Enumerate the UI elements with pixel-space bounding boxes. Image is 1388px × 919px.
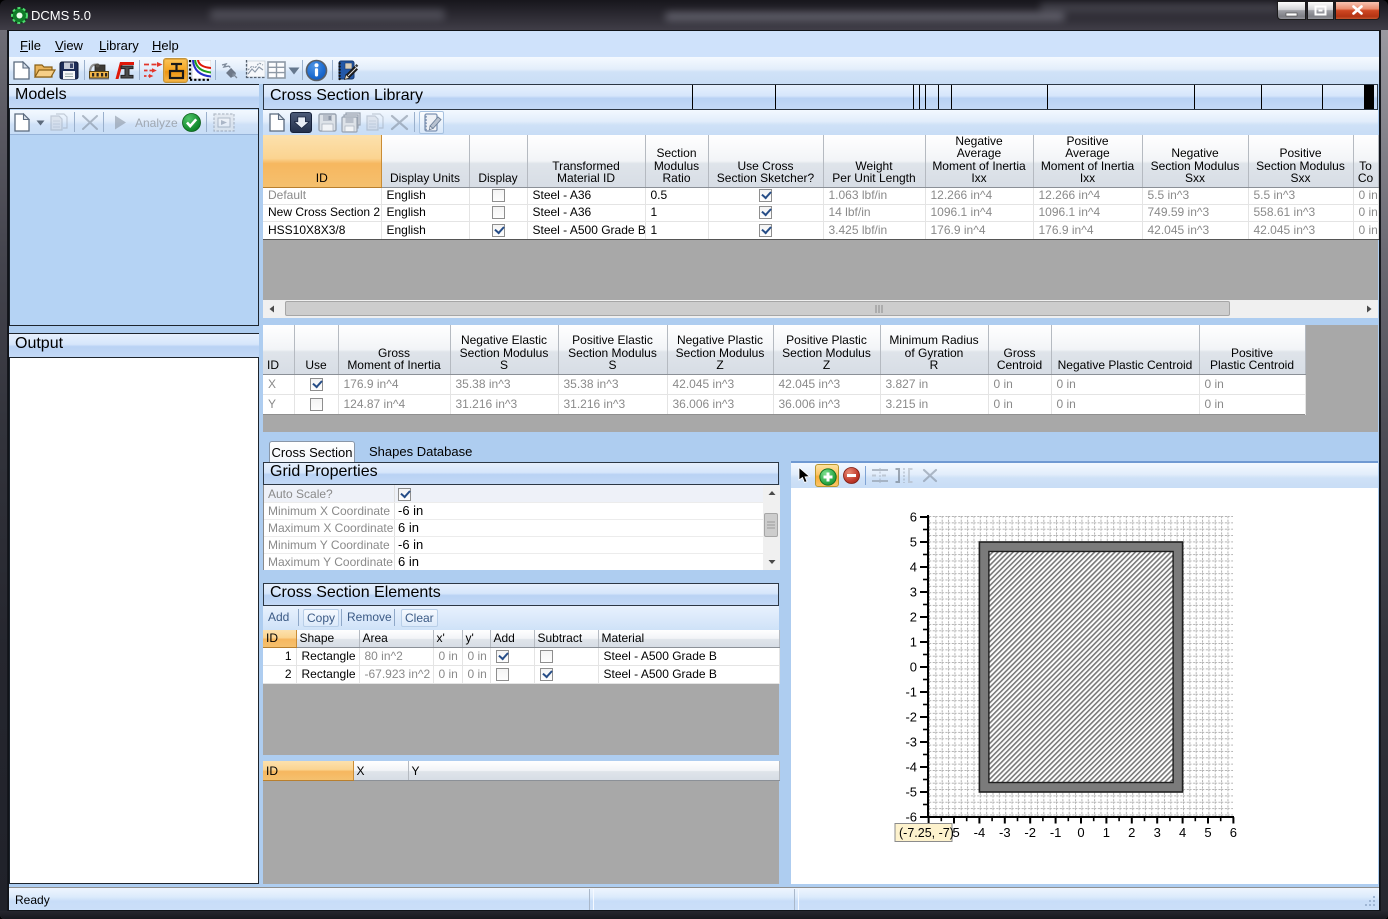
svg-text:3: 3: [1154, 825, 1161, 840]
svg-text:6: 6: [910, 510, 917, 525]
svg-text:1: 1: [1103, 825, 1110, 840]
svg-text:6: 6: [1230, 825, 1237, 840]
svg-text:-5: -5: [905, 785, 917, 800]
svg-text:0: 0: [1077, 825, 1084, 840]
svg-text:2: 2: [1128, 825, 1135, 840]
svg-text:-3: -3: [999, 825, 1011, 840]
svg-text:1: 1: [910, 635, 917, 650]
svg-text:3: 3: [910, 585, 917, 600]
svg-text:-1: -1: [905, 685, 917, 700]
svg-text:-4: -4: [905, 760, 917, 775]
svg-text:0: 0: [910, 660, 917, 675]
svg-text:-3: -3: [905, 735, 917, 750]
svg-text:-1: -1: [1050, 825, 1062, 840]
svg-text:-4: -4: [974, 825, 986, 840]
svg-text:(-7.25, -7): (-7.25, -7): [899, 826, 954, 840]
svg-text:5: 5: [910, 535, 917, 550]
svg-text:-2: -2: [905, 710, 917, 725]
svg-text:2: 2: [910, 610, 917, 625]
svg-text:4: 4: [1179, 825, 1186, 840]
svg-text:-6: -6: [905, 810, 917, 825]
svg-text:-2: -2: [1024, 825, 1036, 840]
svg-text:4: 4: [910, 560, 917, 575]
svg-text:5: 5: [1204, 825, 1211, 840]
